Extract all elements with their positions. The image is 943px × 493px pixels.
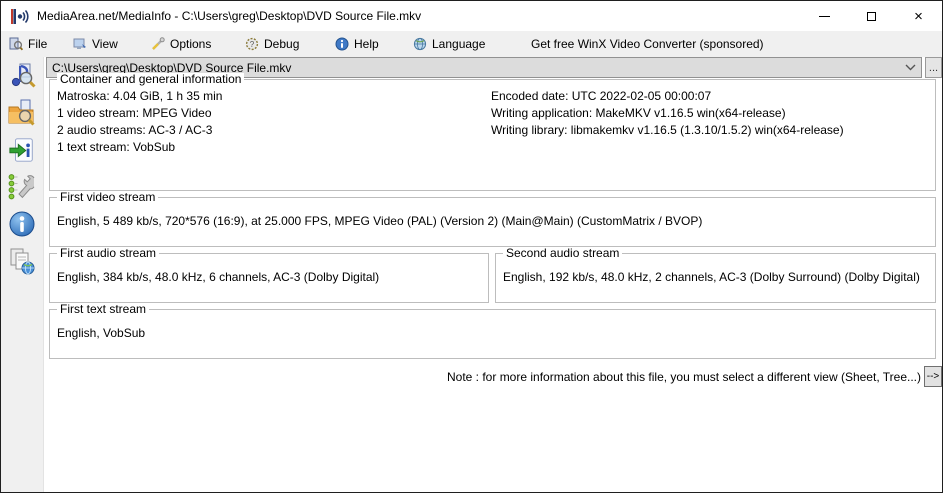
export-info-icon <box>9 137 33 162</box>
general-format-line: Matroska: 4.04 GiB, 1 h 35 min <box>57 89 223 103</box>
note-row: Note : for more information about this f… <box>49 366 942 387</box>
open-file-button[interactable] <box>5 60 39 91</box>
menu-help-label: Help <box>354 37 379 51</box>
writing-application-line: Writing application: MakeMKV v1.16.5 win… <box>491 106 786 120</box>
audio-stream-1-title: First audio stream <box>57 247 160 260</box>
menu-debug-label: Debug <box>264 37 300 51</box>
preferences-icon <box>8 173 35 199</box>
maximize-button[interactable] <box>848 1 895 31</box>
menu-file-label: File <box>28 37 48 51</box>
audio-stream-2-info: English, 192 kb/s, 48.0 kHz, 2 channels,… <box>503 270 920 284</box>
open-file-icon <box>11 63 36 88</box>
export-info-button[interactable] <box>5 134 39 165</box>
close-button[interactable]: × <box>895 1 942 31</box>
minimize-icon <box>819 15 830 17</box>
audio-stream-2-groupbox: Second audio stream English, 192 kb/s, 4… <box>495 247 936 303</box>
general-left-column: Matroska: 4.04 GiB, 1 h 35 min 1 video s… <box>57 88 222 156</box>
video-stream-info: English, 5 489 kb/s, 720*576 (16:9), at … <box>57 214 703 228</box>
menu-file[interactable]: File <box>5 31 51 57</box>
menu-options-label: Options <box>170 37 212 51</box>
audio-stream-1-info: English, 384 kb/s, 48.0 kHz, 6 channels,… <box>57 270 380 284</box>
general-info-title: Container and general information <box>57 73 245 86</box>
language-globe-icon <box>413 37 427 51</box>
video-stream-groupbox: First video stream English, 5 489 kb/s, … <box>49 191 936 247</box>
maximize-icon <box>867 11 876 21</box>
next-view-button[interactable]: --> <box>924 366 942 387</box>
close-icon: × <box>914 7 923 25</box>
general-info-groupbox: Container and general information Matros… <box>49 73 936 191</box>
documents-globe-icon <box>10 248 35 274</box>
audio-stream-2-title: Second audio stream <box>503 247 623 260</box>
menu-language[interactable]: Language <box>409 31 489 57</box>
mediainfo-logo-icon <box>11 8 29 24</box>
text-stream-info: English, VobSub <box>57 326 146 340</box>
sidebar-toolbar <box>1 57 44 492</box>
menu-language-label: Language <box>432 37 486 51</box>
text-stream-title: First text stream <box>57 303 150 316</box>
svg-text:?: ? <box>250 40 255 49</box>
menu-options[interactable]: Options <box>147 31 215 57</box>
info-icon <box>9 211 35 236</box>
browse-button[interactable]: ... <box>925 57 942 78</box>
view-menu-icon <box>73 38 86 49</box>
about-button[interactable] <box>5 208 39 239</box>
internet-button[interactable] <box>5 245 39 276</box>
menu-debug[interactable]: ? Debug <box>241 31 303 57</box>
sponsored-link[interactable]: Get free WinX Video Converter (sponsored… <box>531 31 764 57</box>
minimize-button[interactable] <box>801 1 848 31</box>
mediainfo-window: MediaArea.net/MediaInfo - C:\Users\greg\… <box>0 0 943 493</box>
debug-menu-icon: ? <box>245 37 259 51</box>
writing-library-line: Writing library: libmakemkv v1.16.5 (1.3… <box>491 123 844 137</box>
open-folder-icon <box>8 99 35 126</box>
menu-bar: File View Options ? Debug Help Language … <box>1 31 942 57</box>
title-bar: MediaArea.net/MediaInfo - C:\Users\greg\… <box>1 1 942 31</box>
chevron-down-icon[interactable] <box>899 57 921 78</box>
general-text-line: 1 text stream: VobSub <box>57 140 176 154</box>
general-video-line: 1 video stream: MPEG Video <box>57 106 212 120</box>
window-title: MediaArea.net/MediaInfo - C:\Users\greg\… <box>37 9 422 23</box>
note-text: Note : for more information about this f… <box>447 369 921 384</box>
general-right-column: Encoded date: UTC 2022-02-05 00:00:07 Wr… <box>491 88 844 139</box>
open-folder-button[interactable] <box>5 97 39 128</box>
menu-view[interactable]: View <box>69 31 122 57</box>
encoded-date-line: Encoded date: UTC 2022-02-05 00:00:07 <box>491 89 712 103</box>
help-menu-icon <box>335 37 349 51</box>
menu-help[interactable]: Help <box>331 31 383 57</box>
preferences-button[interactable] <box>5 171 39 202</box>
text-stream-groupbox: First text stream English, VobSub <box>49 303 936 359</box>
options-menu-icon <box>152 37 165 50</box>
file-menu-icon <box>9 37 23 51</box>
menu-view-label: View <box>92 37 118 51</box>
audio-stream-1-groupbox: First audio stream English, 384 kb/s, 48… <box>49 247 489 303</box>
general-audio-line: 2 audio streams: AC-3 / AC-3 <box>57 123 213 137</box>
video-stream-title: First video stream <box>57 191 159 204</box>
